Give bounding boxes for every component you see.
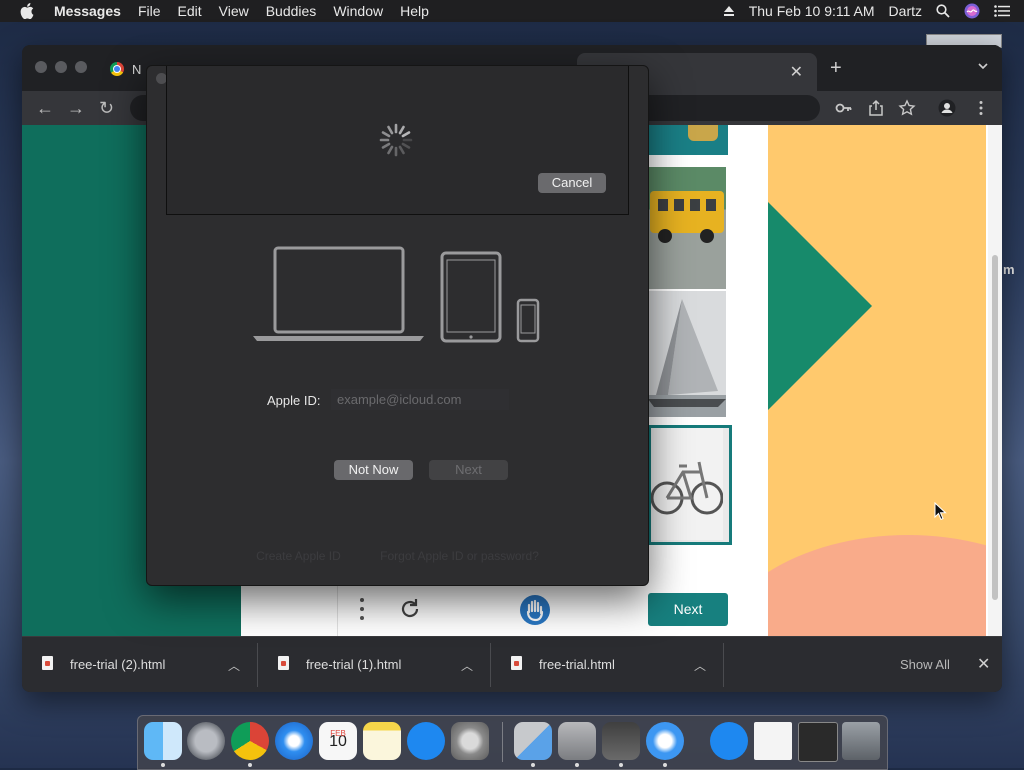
download-item-2[interactable]: free-trial (1).html ︿ — [258, 637, 491, 692]
download-item-2-name: free-trial (1).html — [306, 657, 402, 672]
html-file-icon — [42, 656, 53, 670]
bookmark-star-icon[interactable] — [898, 99, 916, 117]
image-thumb-school-bus[interactable] — [648, 167, 726, 289]
progress-sheet: Cancel — [166, 66, 629, 215]
menu-help[interactable]: Help — [400, 0, 429, 22]
preview-icon[interactable] — [514, 722, 552, 760]
reload-icon[interactable]: ↻ — [99, 99, 114, 117]
zoom-window-button[interactable] — [75, 61, 87, 73]
show-all-downloads-button[interactable]: Show All — [900, 657, 950, 672]
profile-avatar-icon[interactable] — [938, 99, 956, 117]
page-scrollbar[interactable] — [988, 125, 1002, 636]
page-bottom-toolbar: Next — [338, 585, 768, 636]
calendar-icon[interactable]: FEB 10 — [319, 722, 357, 760]
spotlight-search-icon[interactable] — [936, 4, 950, 18]
system-preferences-icon[interactable] — [451, 722, 489, 760]
loading-spinner-icon — [379, 123, 413, 157]
mouse-cursor-icon — [934, 502, 947, 521]
browser-menu-icon[interactable] — [972, 99, 990, 117]
chrome-icon[interactable] — [231, 722, 269, 760]
close-downloads-bar-icon[interactable]: ✕ — [977, 654, 990, 674]
finder-icon[interactable] — [144, 722, 182, 760]
downloads-bar: free-trial (2).html ︿ free-trial (1).htm… — [22, 636, 1002, 692]
tab-close-icon[interactable]: ✕ — [790, 62, 803, 82]
archive-utility-icon[interactable] — [558, 722, 596, 760]
download-item-2-chevron-icon[interactable]: ︿ — [461, 657, 473, 674]
refresh-icon[interactable] — [398, 597, 422, 621]
image-thumb-top[interactable] — [648, 125, 728, 155]
messages-icon[interactable] — [646, 722, 684, 760]
apple-menu-icon[interactable] — [20, 3, 34, 19]
menu-view[interactable]: View — [219, 0, 249, 22]
menu-edit[interactable]: Edit — [178, 0, 202, 22]
new-tab-icon[interactable]: + — [830, 57, 842, 80]
download-item-3[interactable]: free-trial.html ︿ — [491, 637, 724, 692]
key-icon[interactable] — [835, 99, 853, 117]
back-icon[interactable]: ← — [36, 99, 54, 117]
tab-first-label: N — [132, 61, 142, 77]
forward-icon[interactable]: → — [67, 99, 85, 117]
more-options-icon[interactable] — [360, 597, 364, 621]
minimize-window-button[interactable] — [55, 61, 67, 73]
html-file-icon — [278, 656, 289, 670]
illustration-panel — [768, 125, 986, 636]
apple-devices-illustration — [253, 246, 540, 343]
notes-icon[interactable] — [363, 722, 401, 760]
chrome-favicon-icon — [110, 62, 124, 76]
menu-file[interactable]: File — [138, 0, 161, 22]
safari-icon[interactable] — [275, 722, 313, 760]
next-button-disabled[interactable]: Next — [429, 460, 508, 480]
numbers-icon[interactable] — [602, 722, 640, 760]
dock: FEB 10 — [137, 715, 888, 770]
apple-id-input[interactable] — [331, 389, 509, 410]
app-store-icon[interactable] — [407, 722, 445, 760]
cancel-button[interactable]: Cancel — [538, 173, 606, 193]
dialog-footer-links: Create Apple ID Forgot Apple ID or passw… — [147, 549, 648, 563]
messages-sign-in-window: Cancel Apple ID: Not Now Next Create App… — [146, 65, 649, 586]
hand-wave-icon[interactable] — [520, 595, 550, 625]
menu-user[interactable]: Dartz — [889, 3, 922, 19]
menu-window[interactable]: Window — [333, 0, 383, 22]
download-item-1[interactable]: free-trial (2).html ︿ — [22, 637, 258, 692]
image-thumb-bicycle[interactable] — [648, 425, 732, 545]
terminal-icon[interactable] — [798, 722, 838, 762]
forgot-apple-id-link[interactable]: Forgot Apple ID or password? — [380, 549, 539, 563]
tab-search-chevron-icon[interactable] — [978, 61, 988, 71]
scrollbar-thumb[interactable] — [992, 255, 998, 600]
menu-app-name[interactable]: Messages — [54, 0, 121, 22]
app-store-icon[interactable] — [710, 722, 748, 760]
peach-shape — [768, 535, 986, 636]
download-item-3-name: free-trial.html — [539, 657, 615, 672]
bicycle-image — [651, 428, 723, 540]
launchpad-icon[interactable] — [187, 722, 225, 760]
share-icon[interactable] — [867, 99, 885, 117]
download-item-3-chevron-icon[interactable]: ︿ — [694, 657, 706, 674]
school-bus-image — [648, 167, 726, 289]
close-window-button[interactable] — [35, 61, 47, 73]
not-now-button[interactable]: Not Now — [334, 460, 413, 480]
download-item-1-name: free-trial (2).html — [70, 657, 166, 672]
sailboat-image — [648, 291, 726, 417]
calendar-month: FEB — [330, 729, 346, 738]
teal-triangle-shape — [768, 202, 872, 410]
menu-buddies[interactable]: Buddies — [266, 0, 317, 22]
desktop-file-label: m — [1003, 262, 1015, 277]
dock-separator — [502, 722, 503, 762]
siri-icon[interactable] — [964, 3, 980, 19]
apple-id-label: Apple ID: — [267, 393, 321, 408]
menu-bar: Messages File Edit View Buddies Window H… — [0, 0, 1024, 22]
trash-icon[interactable] — [842, 722, 880, 760]
html-file-icon — [511, 656, 522, 670]
image-thumb-sailboat[interactable] — [648, 291, 726, 417]
download-item-1-chevron-icon[interactable]: ︿ — [228, 657, 240, 674]
notification-center-icon[interactable] — [994, 5, 1010, 17]
document-icon[interactable] — [754, 722, 792, 760]
create-apple-id-link[interactable]: Create Apple ID — [256, 549, 341, 563]
page-next-button[interactable]: Next — [648, 593, 728, 626]
menu-clock[interactable]: Thu Feb 10 9:11 AM — [749, 3, 875, 19]
eject-icon[interactable] — [723, 5, 735, 17]
